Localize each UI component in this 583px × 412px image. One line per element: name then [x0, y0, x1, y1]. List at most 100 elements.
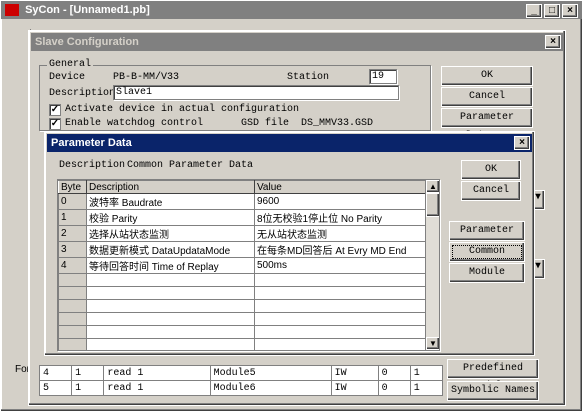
slave-module-table: 4 1 read 1 Module5 IW 0 1 5 1 read 1 Module6 IW 0 1: [38, 365, 444, 396]
param-empty-cell: [254, 273, 427, 287]
close-button[interactable]: ×: [562, 4, 578, 18]
param-empty-cell: [86, 325, 255, 339]
param-table-empty-row: [58, 273, 427, 287]
minimize-button[interactable]: _: [526, 4, 542, 18]
param-table-row[interactable]: 3 数据更新模式 DataUpdataMode 在每条MD回答后 At Evry M…: [58, 241, 427, 258]
param-empty-cell: [254, 299, 427, 313]
module-cell: read 1: [103, 380, 211, 396]
param-empty-cell: [58, 312, 87, 326]
param-data-close-button[interactable]: ×: [514, 136, 530, 150]
param-value-cell[interactable]: 在每条MD回答后 At Evry MD End: [254, 241, 427, 258]
module-cell: Module5: [209, 365, 332, 381]
symbolic-names-button[interactable]: Symbolic Names: [447, 381, 539, 401]
general-group-label: General: [47, 59, 94, 70]
module-cell: 1: [71, 365, 105, 381]
pd-parameter-data-button[interactable]: Parameter Data: [449, 221, 525, 254]
module-cell: 5: [38, 380, 73, 396]
station-input[interactable]: 19: [369, 69, 397, 84]
param-byte-cell: 4: [58, 257, 87, 274]
param-empty-cell: [254, 312, 427, 326]
pd-module-button[interactable]: Module: [449, 263, 525, 283]
activate-label: Activate device in actual configuration: [65, 104, 300, 115]
param-table-empty-row: [58, 286, 427, 300]
module-cell: 4: [38, 365, 73, 381]
description-label: Description: [49, 88, 116, 99]
param-table: Byte Description Value 0 波特率 Baudrate 9600…: [58, 180, 427, 350]
scroll-down-arrow[interactable]: ▼: [426, 337, 439, 350]
pd-description-value: Common Parameter Data: [127, 160, 254, 171]
param-empty-cell: [58, 299, 87, 313]
watchdog-label: Enable watchdog control: [65, 118, 204, 129]
param-grid[interactable]: Byte Description Value 0 波特率 Baudrate 9600…: [57, 179, 440, 351]
param-empty-cell: [254, 325, 427, 339]
param-table-empty-row: [58, 325, 427, 339]
param-description-cell: 波特率 Baudrate: [86, 193, 255, 210]
param-byte-cell: 3: [58, 241, 87, 258]
param-empty-cell: [58, 286, 87, 300]
param-description-cell: 等待回答时间 Time of Replay: [86, 257, 255, 274]
param-empty-cell: [254, 338, 427, 350]
param-table-empty-row: [58, 312, 427, 326]
pd-cancel-button[interactable]: Cancel: [461, 181, 521, 201]
param-table-row[interactable]: 2 选择从站状态监测 无从站状态监测: [58, 225, 427, 242]
activate-checkbox[interactable]: ✓: [49, 104, 61, 116]
param-empty-cell: [58, 273, 87, 287]
module-cell: 1: [71, 380, 105, 396]
station-label: Station: [287, 72, 330, 83]
param-table-row[interactable]: 4 等待回答时间 Time of Replay 500ms: [58, 257, 427, 274]
module-row[interactable]: 5 1 read 1 Module6 IW 0 1: [38, 380, 444, 396]
param-byte-cell: 0: [58, 193, 87, 210]
slave-config-titlebar: Slave Configuration: [31, 33, 563, 51]
param-description-cell: 选择从站状态监测: [86, 225, 255, 242]
param-description-cell: 校验 Parity: [86, 209, 255, 226]
param-empty-cell: [58, 325, 87, 339]
module-cell: 0: [377, 365, 411, 381]
param-data-dialog: Parameter Data × Description Common Para…: [44, 131, 535, 356]
param-empty-cell: [86, 273, 255, 287]
module-cell: IW: [330, 380, 379, 396]
module-cell: 1: [409, 365, 444, 381]
param-byte-cell: 2: [58, 225, 87, 242]
param-empty-cell: [86, 338, 255, 350]
gsd-value: DS_MMV33.GSD: [301, 118, 374, 129]
description-input[interactable]: Slave1: [113, 85, 399, 100]
slave-config-title: Slave Configuration: [35, 36, 139, 48]
slave-config-close-button[interactable]: ×: [545, 35, 561, 49]
param-value-cell[interactable]: 9600: [254, 193, 427, 210]
param-table-row[interactable]: 1 校验 Parity 8位无校验1停止位 No Parity: [58, 209, 427, 226]
param-table-row[interactable]: 0 波特率 Baudrate 9600: [58, 193, 427, 210]
maximize-button[interactable]: □: [544, 4, 560, 18]
param-value-cell[interactable]: 500ms: [254, 257, 427, 274]
grid-scrollbar[interactable]: ▲ ▼: [425, 180, 439, 350]
pd-ok-button[interactable]: OK: [461, 160, 521, 180]
app-title: SyCon - [Unnamed1.pb]: [25, 4, 150, 16]
param-table-empty-row: [58, 299, 427, 313]
param-empty-cell: [254, 286, 427, 300]
device-value: PB-B-MM/V33: [113, 72, 180, 83]
param-value-cell[interactable]: 无从站状态监测: [254, 225, 427, 242]
param-description-cell: 数据更新模式 DataUpdataMode: [86, 241, 255, 258]
slave-param-data-button[interactable]: Parameter Data...: [441, 108, 533, 141]
scroll-up-arrow[interactable]: ▲: [426, 180, 439, 193]
pd-common-button[interactable]: Common: [449, 242, 525, 262]
param-empty-cell: [86, 312, 255, 326]
param-table-empty-row: [58, 338, 427, 350]
module-cell: 0: [377, 380, 411, 396]
param-empty-cell: [86, 286, 255, 300]
slave-ok-button[interactable]: OK: [441, 66, 533, 86]
col-value: Value: [254, 180, 427, 194]
param-empty-cell: [58, 338, 87, 350]
watchdog-checkbox[interactable]: ✓: [49, 118, 61, 130]
param-byte-cell: 1: [58, 209, 87, 226]
app-titlebar: SyCon - [Unnamed1.pb]: [1, 1, 582, 19]
slave-cancel-button[interactable]: Cancel: [441, 87, 533, 107]
param-data-titlebar: Parameter Data: [47, 134, 532, 152]
scroll-thumb[interactable]: [426, 193, 439, 217]
predefined-modules-button[interactable]: Predefined Modules: [447, 359, 539, 392]
module-cell: Module6: [209, 380, 332, 396]
param-data-title: Parameter Data: [51, 137, 132, 149]
col-byte: Byte: [58, 180, 87, 194]
param-value-cell[interactable]: 8位无校验1停止位 No Parity: [254, 209, 427, 226]
module-row[interactable]: 4 1 read 1 Module5 IW 0 1: [38, 365, 444, 381]
pd-description-label: Description: [59, 160, 126, 171]
